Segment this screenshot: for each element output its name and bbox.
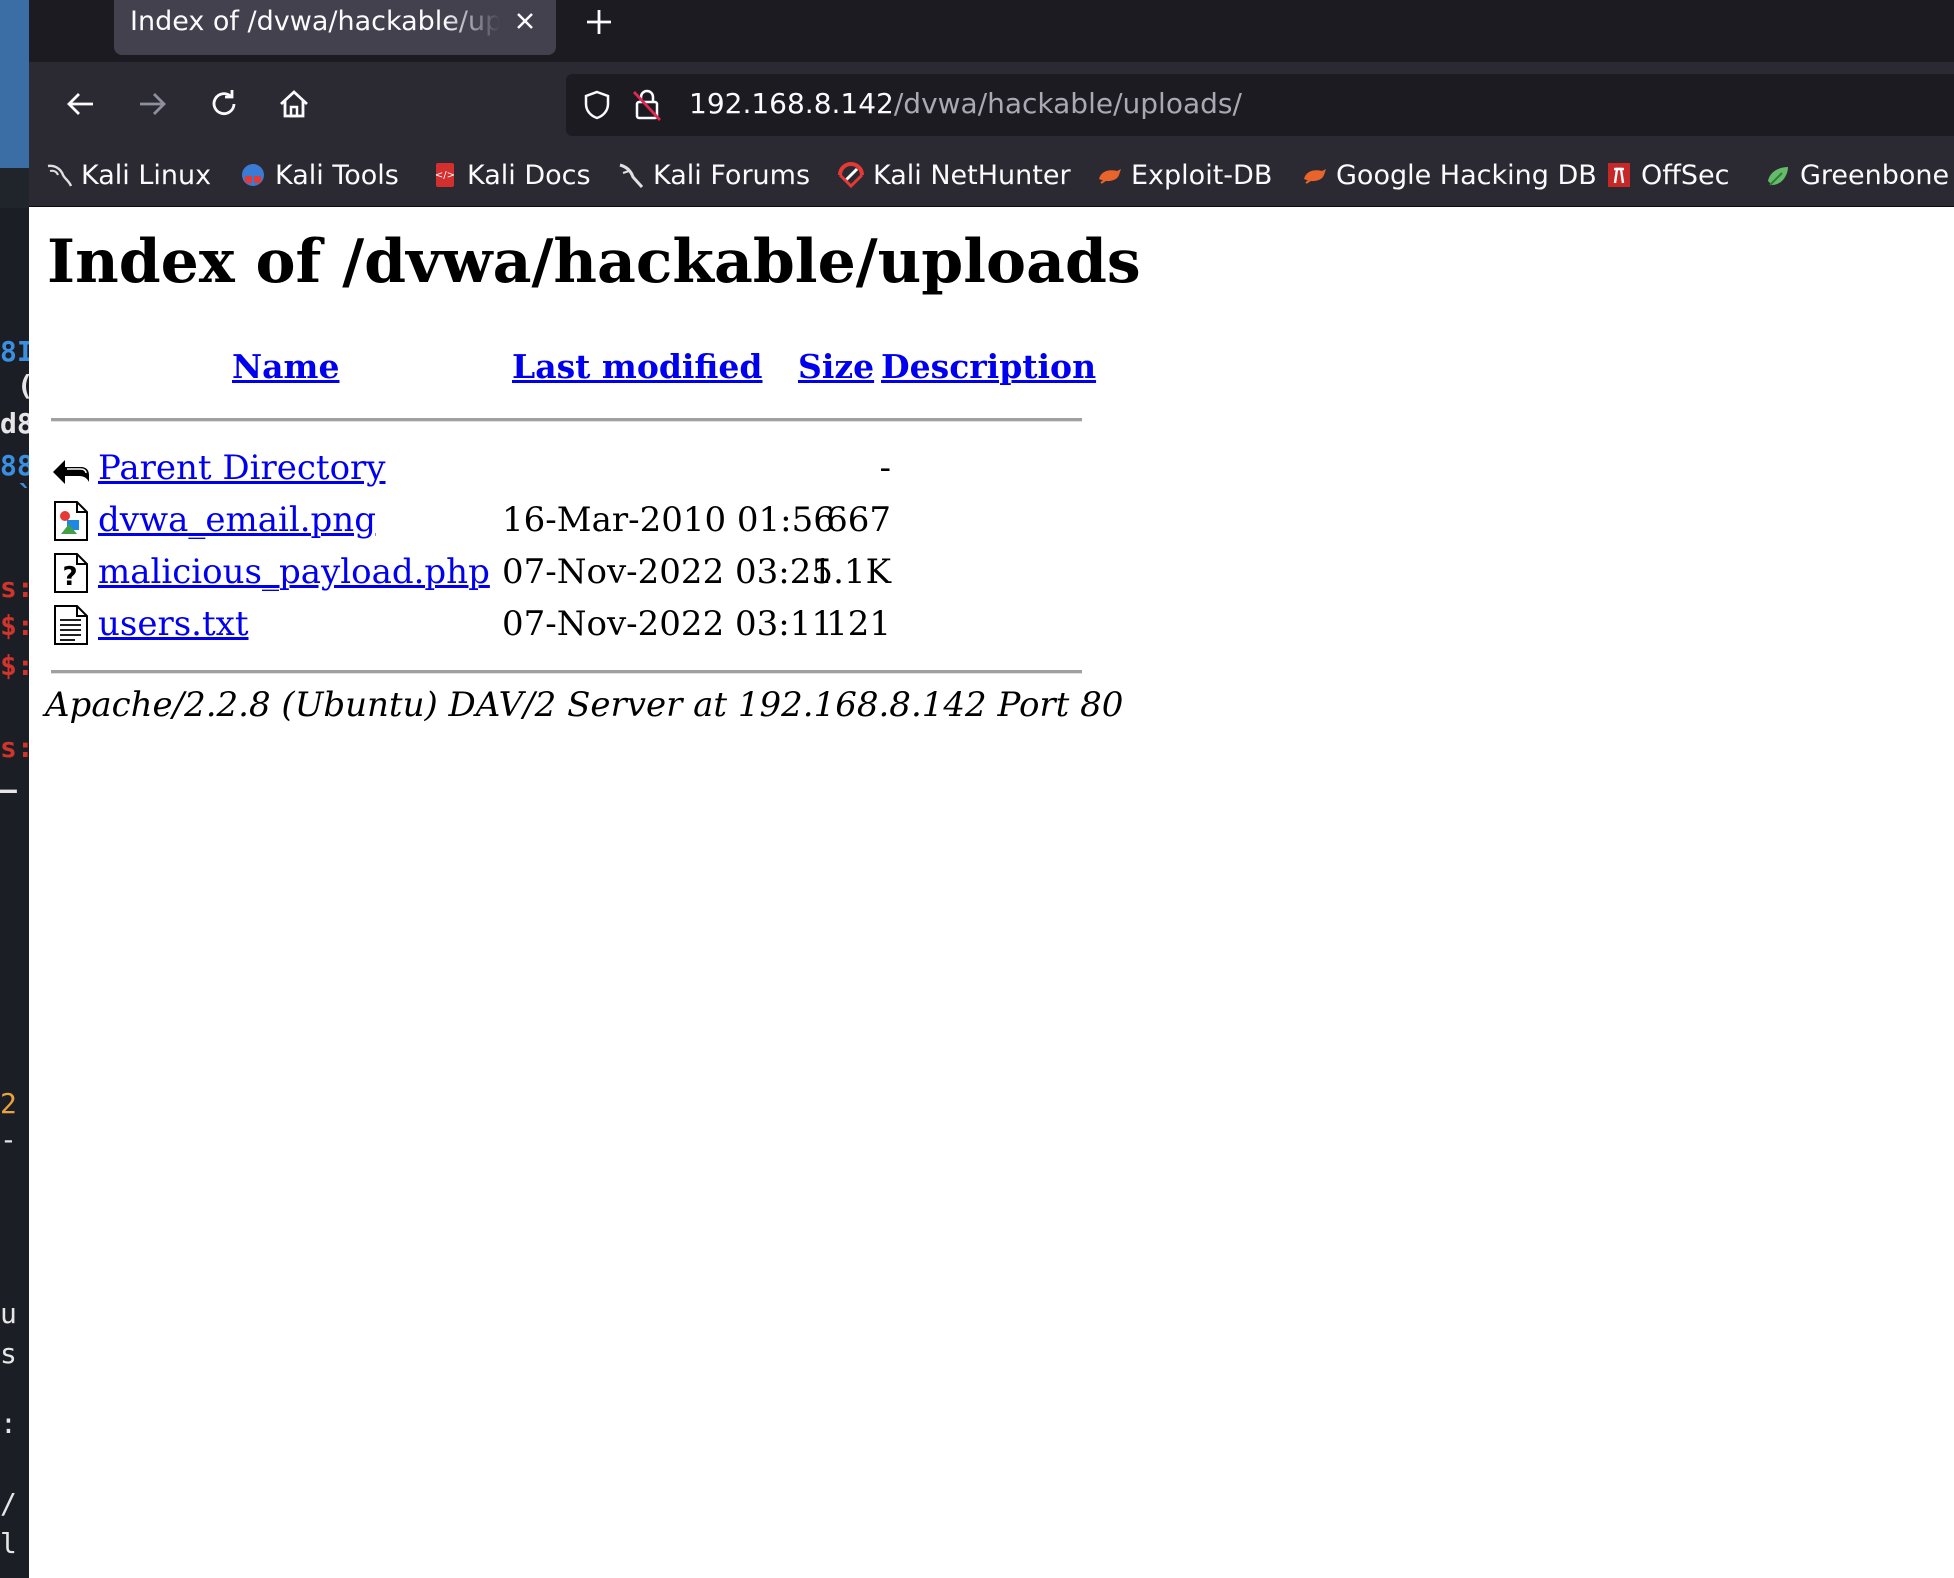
close-tab-icon[interactable] — [510, 4, 540, 38]
svg-text:?: ? — [62, 562, 77, 592]
bookmark-label: Kali Docs — [467, 159, 591, 191]
bookmark-offsec[interactable]: OffSec — [1605, 156, 1729, 194]
bookmark-label: Kali Forums — [653, 159, 811, 191]
unknown-file-icon: ? — [54, 553, 88, 593]
file-size: 1.1K — [811, 552, 891, 592]
bookmark-label: Exploit-DB — [1131, 159, 1273, 191]
back-arrow-icon[interactable] — [59, 82, 103, 126]
file-modified: 16-Mar-2010 01:56 — [502, 500, 835, 540]
table-row: Parent Directory - — [51, 444, 1091, 494]
bookmark-kali-tools[interactable]: Kali Tools — [239, 156, 399, 194]
file-link[interactable]: users.txt — [98, 604, 248, 644]
url-text: 192.168.8.142/dvwa/hackable/uploads/ — [689, 87, 1242, 120]
bookmark-kali-docs[interactable]: </> Kali Docs — [431, 156, 591, 194]
url-path: /dvwa/hackable/uploads/ — [893, 87, 1242, 120]
nethunter-icon — [838, 162, 864, 189]
tab-bar: Index of /dvwa/hackable/uploads/ — [29, 0, 1954, 62]
file-link[interactable]: malicious_payload.php — [98, 552, 490, 592]
table-row: ? malicious_payload.php 07-Nov-2022 03:2… — [51, 548, 1091, 598]
desktop-panel-edge — [0, 0, 29, 168]
kali-tools-icon — [242, 164, 264, 186]
bookmark-kali-nethunter[interactable]: Kali NetHunter — [837, 156, 1071, 194]
footer-divider — [51, 670, 1082, 674]
file-modified: 07-Nov-2022 03:11 — [502, 604, 833, 644]
bookmark-label: Kali Tools — [275, 159, 399, 191]
file-size: - — [879, 448, 892, 488]
background-terminal-strip: 8I ( d8 88 ` s: $: $: s: — 2 - u s : / l — [0, 0, 29, 1578]
column-header-description[interactable]: Description — [881, 347, 1096, 386]
text-file-icon — [54, 605, 88, 645]
file-size: 667 — [826, 500, 891, 540]
file-size: 121 — [826, 604, 891, 644]
bookmark-google-hacking-db[interactable]: Google Hacking DB — [1300, 156, 1597, 194]
bookmark-exploit-db[interactable]: Exploit-DB — [1095, 156, 1272, 194]
url-host: 192.168.8.142 — [689, 87, 894, 120]
tab-title: Index of /dvwa/hackable/uploads/ — [130, 6, 500, 37]
bookmarks-toolbar: Kali Linux Kali Tools </> Kali Docs Kali… — [29, 142, 1954, 207]
exploit-db-icon — [1099, 169, 1121, 184]
server-signature: Apache/2.2.8 (Ubuntu) DAV/2 Server at 19… — [45, 685, 1124, 725]
table-row: users.txt 07-Nov-2022 03:11 121 — [51, 600, 1091, 650]
kali-dragon-icon — [47, 164, 73, 187]
image-file-icon — [54, 501, 88, 541]
column-header-last-modified[interactable]: Last modified — [512, 347, 763, 386]
bookmark-label: Google Hacking DB — [1336, 159, 1597, 191]
page-title: Index of /dvwa/hackable/uploads — [47, 227, 1141, 297]
bookmark-label: Kali Linux — [81, 159, 212, 191]
page-content: Index of /dvwa/hackable/uploads Name Las… — [29, 207, 1954, 1578]
bookmark-label: Greenbone — [1800, 159, 1950, 191]
bookmark-label: Kali NetHunter — [873, 159, 1071, 191]
ghdb-icon — [1304, 169, 1326, 184]
active-tab[interactable]: Index of /dvwa/hackable/uploads/ — [114, 0, 556, 55]
greenbone-icon — [1768, 167, 1788, 186]
tracking-shield-icon[interactable] — [580, 88, 614, 122]
terminal-edge — [0, 168, 29, 208]
reload-icon[interactable] — [202, 82, 246, 126]
column-header-size[interactable]: Size — [798, 347, 874, 386]
file-link[interactable]: dvwa_email.png — [98, 500, 376, 540]
file-modified: 07-Nov-2022 03:25 — [502, 552, 833, 592]
offsec-icon — [1608, 163, 1630, 187]
kali-forums-icon — [619, 163, 644, 189]
kali-docs-icon: </> — [435, 163, 455, 187]
home-icon[interactable] — [272, 82, 316, 126]
table-row: dvwa_email.png 16-Mar-2010 01:56 667 — [51, 496, 1091, 546]
address-bar[interactable]: 192.168.8.142/dvwa/hackable/uploads/ — [566, 74, 1954, 136]
new-tab-icon[interactable] — [579, 2, 619, 42]
header-divider — [51, 418, 1082, 422]
insecure-lock-icon[interactable] — [630, 86, 664, 124]
bookmark-label: OffSec — [1641, 159, 1730, 191]
forward-arrow-icon[interactable] — [130, 82, 174, 126]
column-header-name[interactable]: Name — [232, 347, 339, 386]
svg-text:</>: </> — [435, 170, 455, 181]
bookmark-kali-forums[interactable]: Kali Forums — [617, 156, 810, 194]
back-arrow-icon — [53, 460, 89, 484]
file-link[interactable]: Parent Directory — [98, 448, 386, 488]
bookmark-greenbone[interactable]: Greenbone — [1764, 156, 1949, 194]
navigation-toolbar: 192.168.8.142/dvwa/hackable/uploads/ — [29, 62, 1954, 142]
bookmark-kali-linux[interactable]: Kali Linux — [45, 156, 211, 194]
